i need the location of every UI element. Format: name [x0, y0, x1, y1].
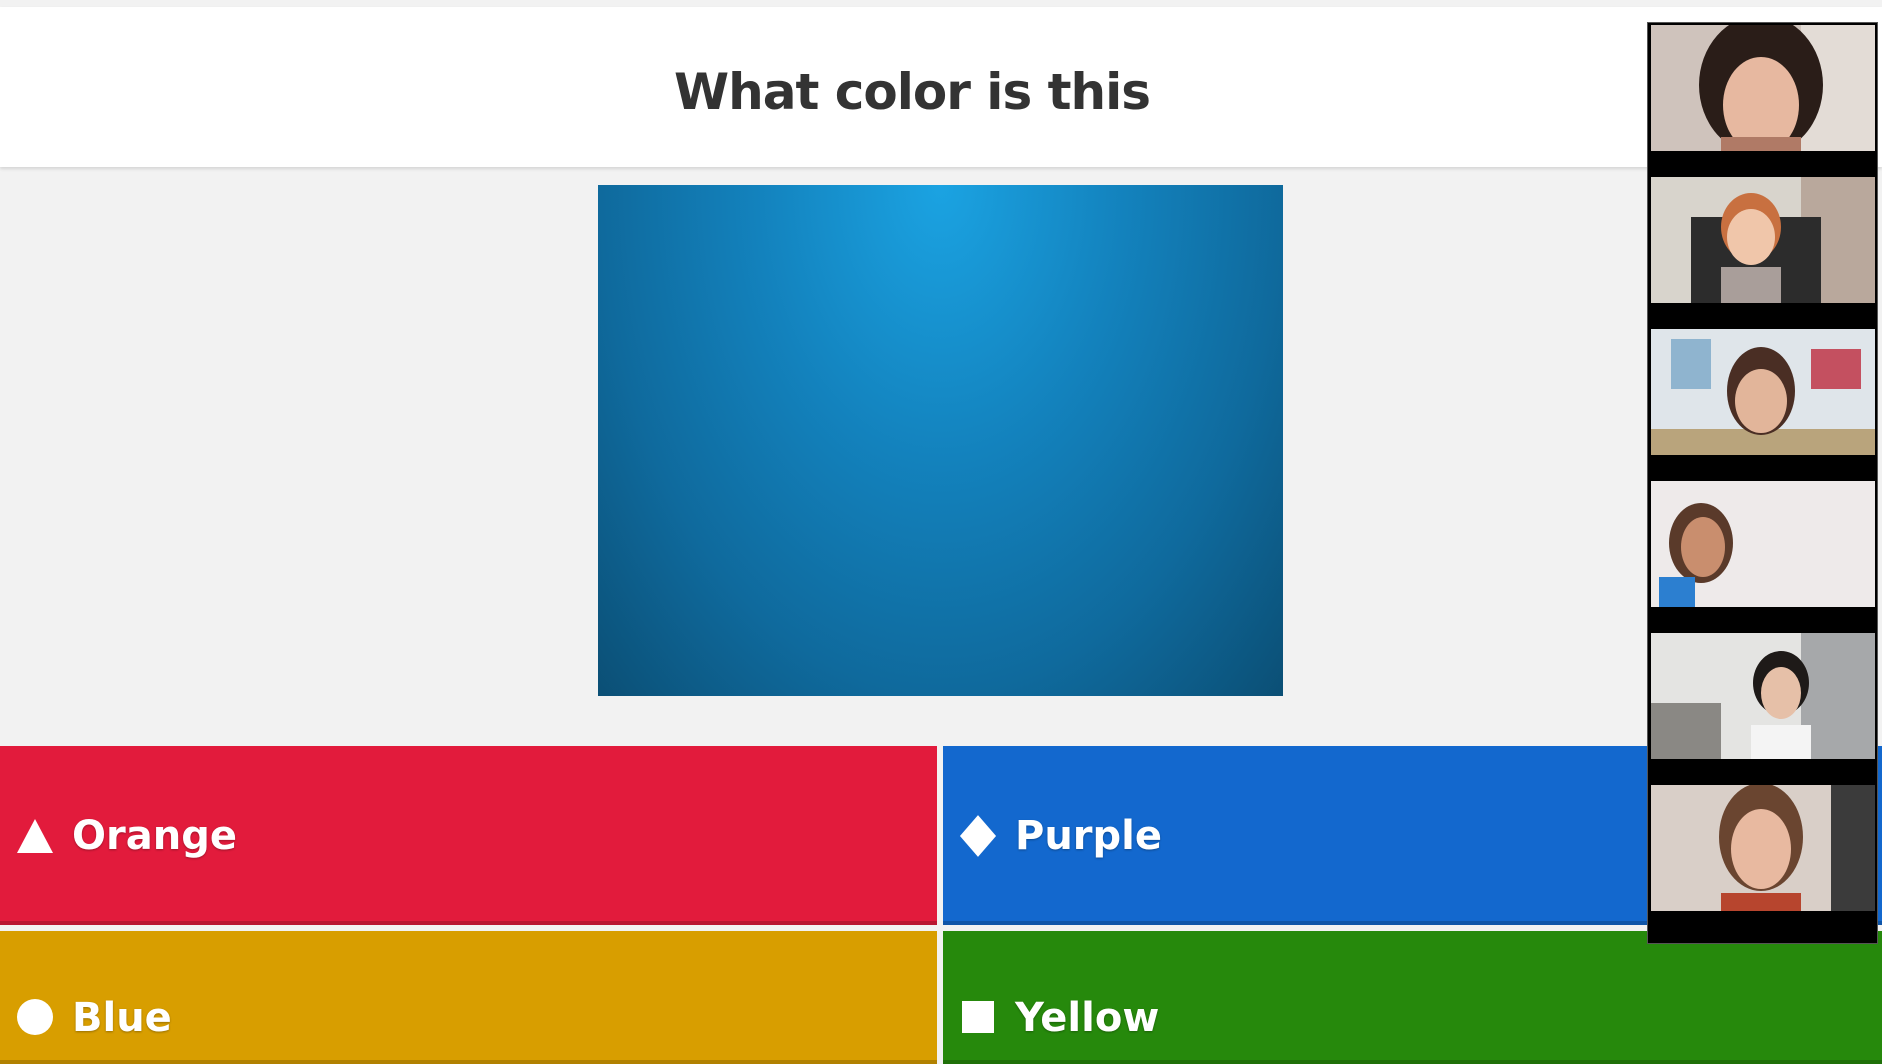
answer-label: Yellow	[1015, 995, 1160, 1041]
participant-video-5[interactable]	[1651, 633, 1875, 759]
video-participants-panel	[1647, 22, 1878, 944]
answer-label: Orange	[72, 812, 237, 859]
participant-video-2[interactable]	[1651, 177, 1875, 303]
triangle-icon	[16, 817, 54, 855]
square-icon	[959, 998, 997, 1036]
top-divider	[0, 0, 1882, 6]
answer-button-blue[interactable]: Blue	[0, 931, 937, 1064]
answer-button-yellow[interactable]: Yellow	[943, 931, 1882, 1064]
question-header: What color is this	[0, 7, 1882, 167]
answer-button-orange[interactable]: Orange	[0, 746, 937, 925]
participant-video-6[interactable]	[1651, 785, 1875, 911]
diamond-icon	[959, 814, 997, 857]
question-title: What color is this	[673, 63, 1151, 121]
participant-video-4[interactable]	[1651, 481, 1875, 607]
participant-video-1[interactable]	[1651, 25, 1875, 151]
answer-label: Blue	[72, 995, 172, 1041]
circle-icon	[16, 998, 54, 1036]
question-image	[598, 185, 1283, 696]
answer-label: Purple	[1015, 812, 1162, 859]
participant-video-3[interactable]	[1651, 329, 1875, 455]
